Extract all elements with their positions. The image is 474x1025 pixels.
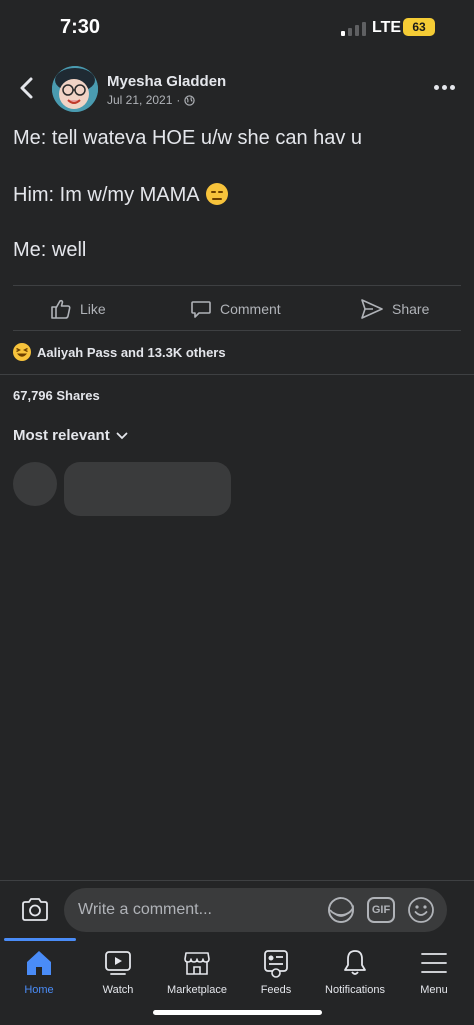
- nav-label: Feeds: [260, 984, 292, 996]
- comment-avatar-placeholder: [13, 462, 57, 506]
- status-time: 7:30: [60, 16, 101, 38]
- post-text-line: Me: tell wateva HOE u/w she can hav u: [13, 127, 363, 149]
- emoji-button[interactable]: [407, 896, 435, 924]
- status-bar: 7:30 LTE 63: [0, 0, 474, 56]
- signal-icon: [341, 22, 367, 36]
- video-icon: [105, 951, 131, 975]
- reactions-text: Aaliyah Pass and 13.3K others: [37, 344, 226, 360]
- comment-icon: [191, 301, 211, 318]
- post-meta: Jul 21, 2021 ·: [107, 93, 196, 107]
- chevron-down-icon: [116, 432, 128, 439]
- battery-indicator: 63: [403, 18, 435, 36]
- sticker-button[interactable]: [326, 895, 356, 925]
- camera-button[interactable]: [20, 895, 50, 925]
- laughing-face-emoji: [13, 343, 31, 361]
- share-icon: [361, 299, 383, 319]
- nav-feeds[interactable]: Feeds: [236, 948, 316, 996]
- nav-label: Marketplace: [167, 984, 227, 996]
- post-text-line: Me: well: [13, 239, 87, 261]
- comment-sort-dropdown[interactable]: Most relevant: [13, 427, 128, 444]
- smiley-icon: [408, 897, 434, 923]
- back-button[interactable]: [14, 74, 40, 102]
- gif-button[interactable]: GIF: [367, 897, 395, 923]
- comment-button[interactable]: Comment: [190, 296, 281, 322]
- nav-label: Notifications: [325, 984, 385, 996]
- like-label: Like: [80, 301, 106, 317]
- like-button[interactable]: Like: [50, 296, 106, 322]
- author-avatar[interactable]: [52, 66, 98, 112]
- post-date[interactable]: Jul 21, 2021: [107, 93, 172, 107]
- share-label: Share: [392, 301, 430, 317]
- shop-icon: [184, 952, 210, 975]
- share-button[interactable]: Share: [360, 296, 429, 322]
- nav-label: Menu: [420, 984, 448, 996]
- meta-separator: ·: [176, 93, 181, 107]
- post-text: Him: Im w/my MAMA: [13, 184, 199, 206]
- nav-marketplace[interactable]: Marketplace: [157, 948, 237, 996]
- hamburger-icon: [421, 953, 447, 973]
- reactions-summary[interactable]: Aaliyah Pass and 13.3K others: [13, 343, 226, 361]
- comment-bubble-placeholder: [64, 462, 231, 516]
- bell-icon: [344, 950, 366, 975]
- expressionless-face-emoji: [206, 183, 229, 205]
- more-dot-icon: [434, 85, 439, 90]
- divider: [13, 330, 461, 331]
- shares-count[interactable]: 67,796 Shares: [13, 388, 100, 403]
- feeds-icon: [264, 950, 288, 978]
- thumbs-up-icon: [51, 299, 71, 319]
- nav-menu[interactable]: Menu: [394, 948, 474, 996]
- nav-watch[interactable]: Watch: [78, 948, 158, 996]
- globe-icon: [184, 94, 196, 106]
- nav-notifications[interactable]: Notifications: [315, 948, 395, 996]
- author-name[interactable]: Myesha Gladden: [107, 73, 226, 90]
- post-text-line: Him: Im w/my MAMA: [13, 183, 229, 207]
- divider: [0, 374, 474, 375]
- nav-label: Watch: [102, 984, 134, 996]
- comment-label: Comment: [220, 301, 281, 317]
- nav-label: Home: [24, 984, 54, 996]
- home-indicator[interactable]: [153, 1010, 322, 1015]
- network-label: LTE: [372, 19, 402, 36]
- comment-input[interactable]: [78, 898, 318, 922]
- sticker-icon: [328, 897, 354, 923]
- home-icon: [27, 951, 51, 975]
- sort-label: Most relevant: [13, 427, 110, 444]
- chevron-left-icon: [20, 77, 33, 99]
- nav-home[interactable]: Home: [0, 948, 79, 996]
- more-options-button[interactable]: [434, 80, 460, 94]
- divider: [13, 285, 461, 286]
- camera-icon: [22, 898, 48, 921]
- active-tab-indicator: [4, 938, 76, 941]
